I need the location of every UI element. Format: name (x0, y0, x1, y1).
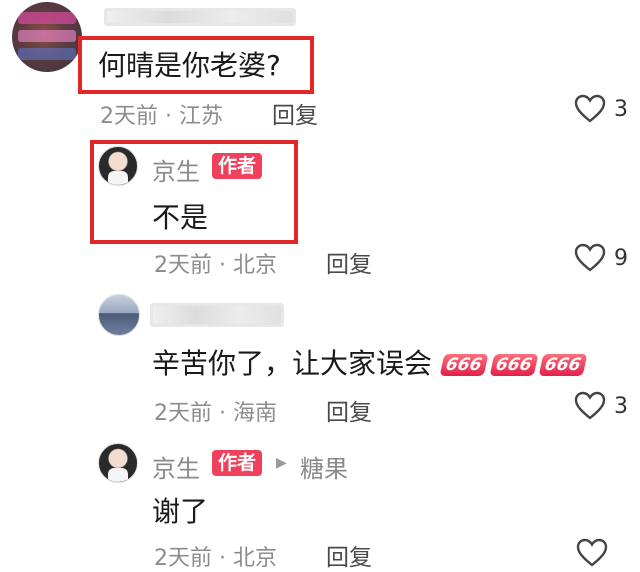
blurred-username (104, 8, 296, 26)
comment-meta: 2天前 · 海南 (154, 401, 278, 426)
reply-button[interactable]: 回复 (326, 393, 372, 427)
emoji-666: 666 (489, 354, 538, 376)
like-button[interactable]: 3 (574, 94, 628, 124)
avatar[interactable] (98, 443, 138, 483)
avatar[interactable] (12, 2, 82, 72)
heart-icon (574, 243, 606, 272)
like-count: 3 (614, 96, 628, 122)
like-button[interactable] (576, 538, 608, 568)
username[interactable]: 京生 (152, 449, 200, 484)
emoji-group: 666 666 666 (436, 347, 587, 380)
comment-meta: 2天前 · 北京 (154, 253, 278, 278)
like-count: 9 (614, 245, 628, 271)
author-badge: 作者 (212, 450, 263, 476)
avatar[interactable] (98, 294, 140, 336)
heart-icon (574, 391, 606, 420)
heart-icon (576, 538, 608, 567)
comment-text: 谢了 (152, 495, 209, 528)
reply-arrow-icon: ▶ (276, 455, 287, 471)
comment-text: 辛苦你了，让大家误会 666 666 666 (152, 342, 587, 382)
comment-meta: 2天前 · 江苏 (100, 104, 224, 129)
reply-to-username[interactable]: 糖果 (300, 449, 348, 484)
emoji-666: 666 (538, 354, 587, 376)
blurred-username (150, 303, 284, 327)
heart-icon (574, 94, 606, 123)
emoji-666: 666 (439, 354, 488, 376)
comment-meta: 2天前 · 北京 (154, 546, 278, 571)
like-button[interactable]: 3 (574, 391, 628, 421)
reply-button[interactable]: 回复 (326, 538, 372, 572)
reply-button[interactable]: 回复 (326, 245, 372, 279)
like-count: 3 (614, 393, 628, 419)
comment-text: 不是 (152, 201, 209, 234)
like-button[interactable]: 9 (574, 243, 628, 273)
comment-text: 何晴是你老婆? (98, 49, 281, 82)
reply-button[interactable]: 回复 (272, 96, 318, 130)
